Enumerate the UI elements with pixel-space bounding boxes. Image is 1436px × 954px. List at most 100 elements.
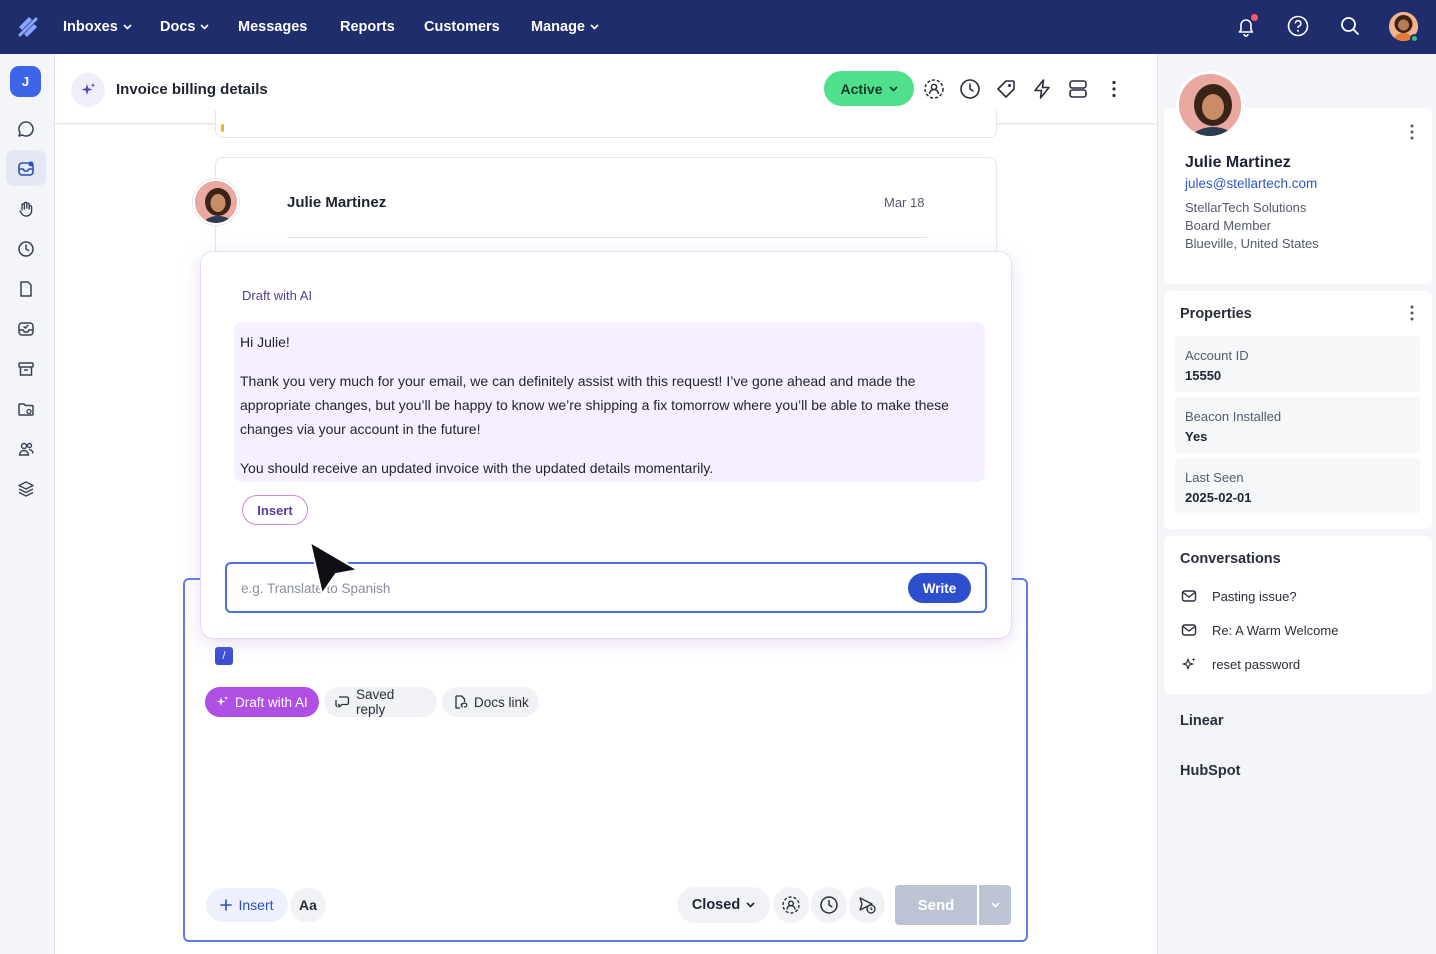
ai-insert-button[interactable]: Insert <box>242 495 308 525</box>
tag-icon[interactable] <box>994 77 1018 101</box>
assign-after-send-button[interactable] <box>773 887 809 923</box>
chevron-down-icon <box>200 24 210 30</box>
property-value: Yes <box>1185 429 1208 444</box>
draft-paragraph: You should receive an updated invoice wi… <box>240 460 714 476</box>
send-options-button[interactable] <box>979 885 1011 925</box>
document-icon[interactable] <box>15 278 37 300</box>
clock-icon[interactable] <box>15 238 37 260</box>
schedule-send-button[interactable] <box>849 887 885 923</box>
mail-icon <box>1180 621 1198 639</box>
assign-icon[interactable] <box>922 77 946 101</box>
status-dropdown[interactable]: Active <box>824 71 914 106</box>
inbox-icon[interactable] <box>15 158 37 180</box>
conversation-link[interactable]: Re: A Warm Welcome <box>1180 620 1338 640</box>
hand-icon[interactable] <box>15 198 37 220</box>
schedule-send-icon <box>859 897 876 914</box>
conversations-title: Conversations <box>1180 551 1281 567</box>
status-label: Active <box>840 80 883 97</box>
docs-link-button[interactable]: Docs link <box>442 687 539 717</box>
conversation-link[interactable]: reset password <box>1180 654 1300 674</box>
chevron-down-icon <box>123 24 132 30</box>
sender-name: Julie Martinez <box>287 194 387 211</box>
help-icon[interactable] <box>1285 13 1311 39</box>
message-date: Mar 18 <box>884 195 925 210</box>
property-item <box>1175 336 1420 392</box>
profile-more-icon[interactable] <box>1402 122 1422 142</box>
property-item <box>1175 397 1420 453</box>
snooze-icon[interactable] <box>958 77 982 101</box>
layers-icon[interactable] <box>15 478 37 500</box>
chevron-down-icon <box>990 902 1000 908</box>
ai-draft-content: Hi Julie! Thank you very much for your e… <box>234 322 985 482</box>
customer-name: Julie Martinez <box>1185 154 1291 171</box>
sparkle-icon <box>216 696 228 706</box>
inbox-check-icon[interactable] <box>15 318 37 340</box>
top-navigation: Inboxes Docs Messages Reports Customers … <box>0 0 1436 54</box>
note-marker <box>221 124 224 132</box>
folder-settings-icon[interactable] <box>15 398 37 420</box>
previous-message-stub <box>215 110 997 138</box>
customer-role: Board Member <box>1185 218 1271 233</box>
conversation-link[interactable]: Pasting issue? <box>1180 586 1297 606</box>
ai-write-button[interactable]: Write <box>908 573 971 603</box>
property-label: Last Seen <box>1185 470 1244 485</box>
chevron-down-icon <box>590 24 599 30</box>
archive-icon[interactable] <box>15 358 37 380</box>
ai-draft-label: Draft with AI <box>242 288 313 303</box>
more-options-icon[interactable] <box>1102 77 1126 101</box>
nav-reports[interactable]: Reports <box>340 0 395 54</box>
draft-greeting: Hi Julie! <box>240 334 290 350</box>
sender-avatar <box>193 179 239 225</box>
layout-icon[interactable] <box>1066 77 1090 101</box>
draft-with-ai-button[interactable]: Draft with AI <box>205 687 319 717</box>
customer-email[interactable]: jules@stellartech.com <box>1185 176 1317 191</box>
app-hubspot[interactable]: HubSpot <box>1180 763 1240 779</box>
customer-company: StellarTech Solutions <box>1185 200 1307 215</box>
nav-manage[interactable]: Manage <box>531 0 599 54</box>
nav-messages[interactable]: Messages <box>238 0 307 54</box>
customer-avatar <box>1176 71 1244 139</box>
nav-customers[interactable]: Customers <box>424 0 500 54</box>
divider <box>287 237 927 238</box>
saved-reply-icon <box>335 696 350 708</box>
left-rail <box>0 54 55 954</box>
chevron-down-icon <box>888 85 898 92</box>
property-value: 2025-02-01 <box>1185 490 1252 505</box>
online-status-dot <box>1410 34 1419 43</box>
nav-inboxes[interactable]: Inboxes <box>63 0 132 54</box>
text-format-button[interactable]: Aa <box>290 888 326 922</box>
saved-reply-button[interactable]: Saved reply <box>324 687 437 717</box>
conversation-title: Invoice billing details <box>116 81 268 98</box>
helpscout-logo-icon[interactable] <box>17 15 39 39</box>
search-icon[interactable] <box>1337 13 1363 39</box>
bell-icon[interactable] <box>1233 13 1259 39</box>
user-initial-badge[interactable]: J <box>10 66 41 97</box>
clock-icon <box>820 896 838 914</box>
properties-title: Properties <box>1180 306 1252 322</box>
nav-docs[interactable]: Docs <box>160 0 210 54</box>
send-button[interactable]: Send <box>895 885 977 925</box>
properties-more-icon[interactable] <box>1402 303 1422 323</box>
ai-sparkle-icon <box>71 73 105 107</box>
assign-icon <box>782 896 800 914</box>
property-value: 15550 <box>1185 368 1222 383</box>
sparkle-icon <box>1180 655 1198 673</box>
chat-icon[interactable] <box>15 118 37 140</box>
notification-dot <box>1251 14 1258 21</box>
property-label: Beacon Installed <box>1185 409 1282 424</box>
workflow-icon[interactable] <box>1030 77 1054 101</box>
snooze-after-send-button[interactable] <box>811 887 847 923</box>
editor-insert-button[interactable]: Insert <box>206 888 288 922</box>
docs-link-icon <box>455 695 468 709</box>
status-after-send-dropdown[interactable]: Closed <box>677 887 770 923</box>
plus-icon <box>220 899 233 911</box>
customer-location: Blueville, United States <box>1185 236 1319 251</box>
chevron-down-icon <box>746 902 755 908</box>
mail-icon <box>1180 587 1198 605</box>
people-icon[interactable] <box>15 438 37 460</box>
property-label: Account ID <box>1185 348 1249 363</box>
draft-paragraph: Thank you very much for your email, we c… <box>240 373 949 437</box>
app-linear[interactable]: Linear <box>1180 713 1224 729</box>
slash-command-chip[interactable]: / <box>215 647 233 665</box>
message-card <box>215 157 997 267</box>
